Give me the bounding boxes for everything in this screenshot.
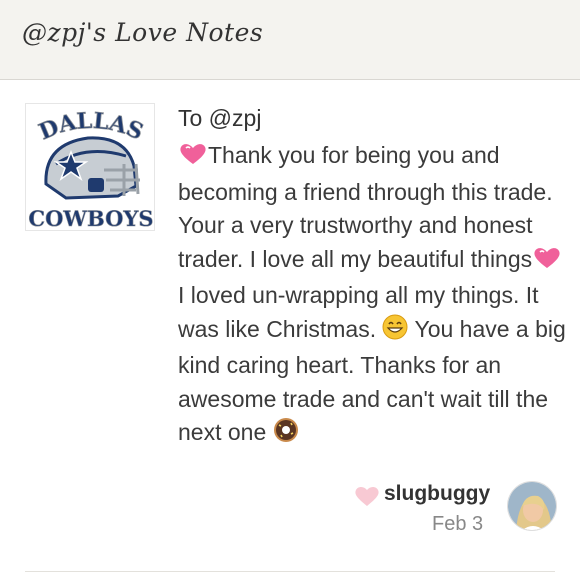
recipient-label: To @zpj xyxy=(178,105,262,131)
sender-username[interactable]: slugbuggy xyxy=(384,482,490,506)
donut-icon xyxy=(273,417,299,453)
note-message: Thank you for being you and becoming a f… xyxy=(178,139,568,453)
avatar[interactable] xyxy=(507,481,557,531)
sparkling-heart-icon xyxy=(178,142,208,176)
divider xyxy=(25,571,555,572)
note-date: Feb 3 xyxy=(432,513,484,535)
page-title: @zpj's Love Notes xyxy=(22,18,264,47)
svg-text:COWBOYS: COWBOYS xyxy=(28,206,153,231)
cowboys-logo: DALLAS COWBOYS xyxy=(25,103,155,231)
love-note: DALLAS COWBOYS To @zpj Thank you for bei… xyxy=(0,81,580,578)
header-bar: @zpj's Love Notes xyxy=(0,0,580,80)
sparkling-heart-icon xyxy=(532,246,562,280)
grinning-face-icon xyxy=(382,314,408,350)
like-heart-icon[interactable] xyxy=(354,485,380,507)
message-text: Thank you for being you and becoming a f… xyxy=(178,142,553,272)
